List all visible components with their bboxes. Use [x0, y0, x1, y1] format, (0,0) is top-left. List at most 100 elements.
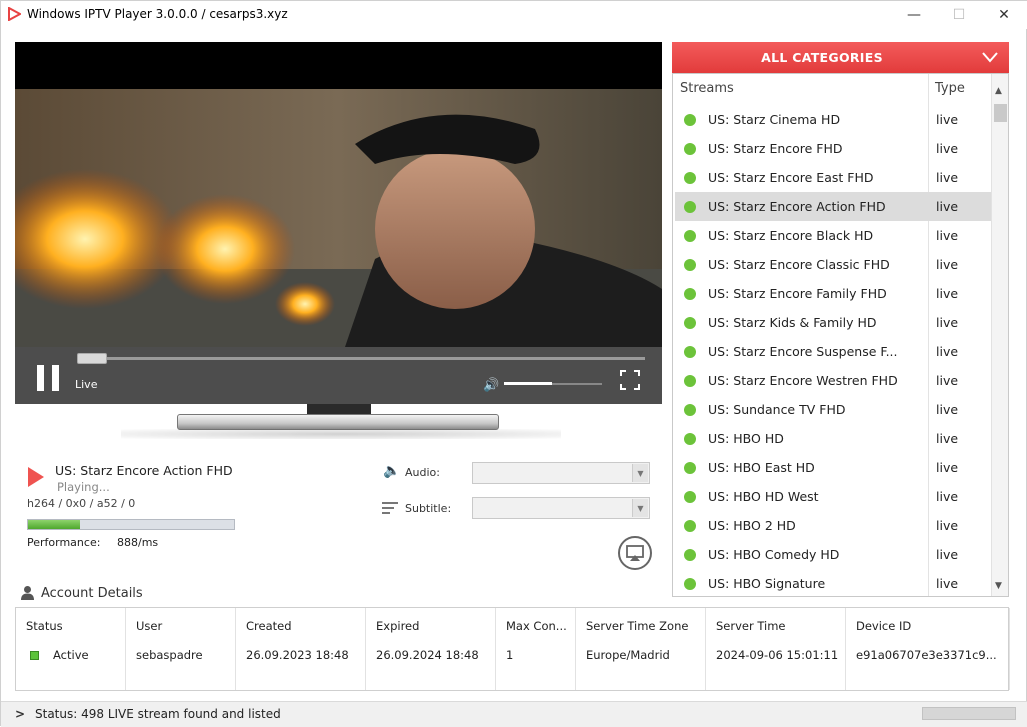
stream-row[interactable]: US: Starz Encore FHD live	[675, 134, 991, 163]
stream-row[interactable]: US: HBO East HD live	[675, 453, 991, 482]
live-status-dot-icon	[684, 259, 696, 271]
audio-select[interactable]: ▼	[472, 462, 650, 484]
close-button[interactable]: ✕	[981, 1, 1027, 29]
live-status-dot-icon	[684, 346, 696, 358]
stream-row[interactable]: US: Starz Encore Suspense F... live	[675, 337, 991, 366]
pause-icon[interactable]	[37, 365, 59, 391]
subtitle-select[interactable]: ▼	[472, 497, 650, 519]
account-column: Server Time 2024-09-06 15:01:11	[706, 608, 846, 690]
stream-name: US: HBO Comedy HD	[708, 547, 840, 562]
live-status-dot-icon	[684, 317, 696, 329]
account-header[interactable]: Device ID	[856, 619, 911, 633]
stream-type: live	[936, 286, 959, 301]
stream-name: US: HBO East HD	[708, 460, 815, 475]
status-bar: > Status: 498 LIVE stream found and list…	[1, 701, 1027, 727]
account-column: Created 26.09.2023 18:48	[236, 608, 366, 690]
account-value: Europe/Madrid	[586, 648, 670, 662]
video-frame[interactable]	[15, 89, 662, 347]
stream-type: live	[936, 112, 959, 127]
account-column: Server Time Zone Europe/Madrid	[576, 608, 706, 690]
stream-name: US: Starz Encore East FHD	[708, 170, 874, 185]
live-status-dot-icon	[684, 520, 696, 532]
stream-row[interactable]: US: Starz Encore Family FHD live	[675, 279, 991, 308]
live-status-dot-icon	[684, 433, 696, 445]
stream-name: US: Starz Kids & Family HD	[708, 315, 877, 330]
minimize-button[interactable]: —	[891, 1, 937, 29]
chevron-down-icon	[982, 52, 998, 63]
stream-row[interactable]: US: HBO Signature live	[675, 569, 991, 596]
stream-row[interactable]: US: HBO 2 HD live	[675, 511, 991, 540]
chevron-down-icon: ▼	[632, 499, 648, 517]
live-status-dot-icon	[684, 375, 696, 387]
account-column: Expired 26.09.2024 18:48	[366, 608, 496, 690]
account-header[interactable]: Status	[26, 619, 63, 633]
stream-name: US: Starz Cinema HD	[708, 112, 841, 127]
stream-row[interactable]: US: HBO HD West live	[675, 482, 991, 511]
stream-name: US: HBO HD West	[708, 489, 819, 504]
stream-type: live	[936, 228, 959, 243]
account-value: sebaspadre	[136, 648, 203, 662]
buffer-fill	[28, 520, 80, 529]
tv-stand-base	[177, 414, 499, 430]
categories-dropdown[interactable]: ALL CATEGORIES	[672, 42, 1009, 73]
live-status-dot-icon	[684, 549, 696, 561]
stream-type: live	[936, 518, 959, 533]
stream-row[interactable]: US: Starz Encore Classic FHD live	[675, 250, 991, 279]
stream-name: US: HBO HD	[708, 431, 784, 446]
stream-row[interactable]: US: Starz Encore Black HD live	[675, 221, 991, 250]
account-header[interactable]: Created	[246, 619, 292, 633]
maximize-button[interactable]: ☐	[936, 1, 982, 29]
column-header-type[interactable]: Type	[935, 81, 965, 96]
cast-button[interactable]	[618, 536, 652, 570]
stream-type: live	[936, 576, 959, 591]
codec-info: h264 / 0x0 / a52 / 0	[27, 497, 136, 510]
account-header[interactable]: Max Con...	[506, 619, 567, 633]
column-header-streams[interactable]: Streams	[680, 81, 734, 96]
audio-label: Audio:	[405, 466, 440, 479]
stream-row[interactable]: US: Starz Encore Action FHD live	[675, 192, 991, 221]
account-header[interactable]: User	[136, 619, 162, 633]
stream-type: live	[936, 257, 959, 272]
scroll-thumb[interactable]	[994, 104, 1007, 122]
scroll-down-icon[interactable]: ▼	[995, 581, 1002, 591]
account-value: 1	[506, 648, 514, 662]
stream-row[interactable]: US: Sundance TV FHD live	[675, 395, 991, 424]
account-header[interactable]: Server Time Zone	[586, 619, 688, 633]
cast-icon	[626, 545, 644, 561]
account-column: User sebaspadre	[126, 608, 236, 690]
app-logo-icon	[8, 7, 21, 21]
stream-row[interactable]: US: Starz Cinema HD live	[675, 105, 991, 134]
volume-icon[interactable]: 🔊	[483, 378, 499, 393]
stream-type: live	[936, 344, 959, 359]
streams-list[interactable]: Streams Type US: Starz Cinema HD live US: …	[672, 73, 1009, 597]
window-title: Windows IPTV Player 3.0.0.0 / cesarps3.x…	[27, 7, 288, 21]
account-header[interactable]: Expired	[376, 619, 419, 633]
stream-row[interactable]: US: HBO Comedy HD live	[675, 540, 991, 569]
stream-name: US: Starz Encore Action FHD	[708, 199, 886, 214]
fullscreen-icon[interactable]	[620, 370, 640, 390]
chevron-right-icon[interactable]: >	[15, 707, 25, 721]
stream-row[interactable]: US: Starz Encore Westren FHD live	[675, 366, 991, 395]
scroll-up-icon[interactable]: ▲	[995, 86, 1002, 96]
live-status-dot-icon	[684, 201, 696, 213]
seek-bar[interactable]	[77, 357, 645, 360]
stream-type: live	[936, 141, 959, 156]
buffer-progress	[27, 519, 235, 530]
seek-handle[interactable]	[77, 353, 107, 364]
title-bar[interactable]: Windows IPTV Player 3.0.0.0 / cesarps3.x…	[1, 1, 1027, 29]
speaker-icon: 🔈	[383, 463, 401, 479]
stream-row[interactable]: US: Starz Kids & Family HD live	[675, 308, 991, 337]
app-window: Windows IPTV Player 3.0.0.0 / cesarps3.x…	[0, 0, 1027, 727]
stream-name: US: Starz Encore Black HD	[708, 228, 874, 243]
user-icon	[21, 586, 34, 600]
stream-row[interactable]: US: Starz Encore East FHD live	[675, 163, 991, 192]
stream-row[interactable]: US: HBO HD live	[675, 424, 991, 453]
account-header[interactable]: Server Time	[716, 619, 786, 633]
account-column: Max Con... 1	[496, 608, 576, 690]
stream-type: live	[936, 402, 959, 417]
stream-type: live	[936, 170, 959, 185]
performance-label: Performance:	[27, 536, 101, 549]
streams-scrollbar[interactable]: ▲ ▼	[991, 74, 1008, 596]
stream-name: US: Starz Encore Suspense F...	[708, 344, 898, 359]
status-text: Status: 498 LIVE stream found and listed	[35, 707, 281, 721]
